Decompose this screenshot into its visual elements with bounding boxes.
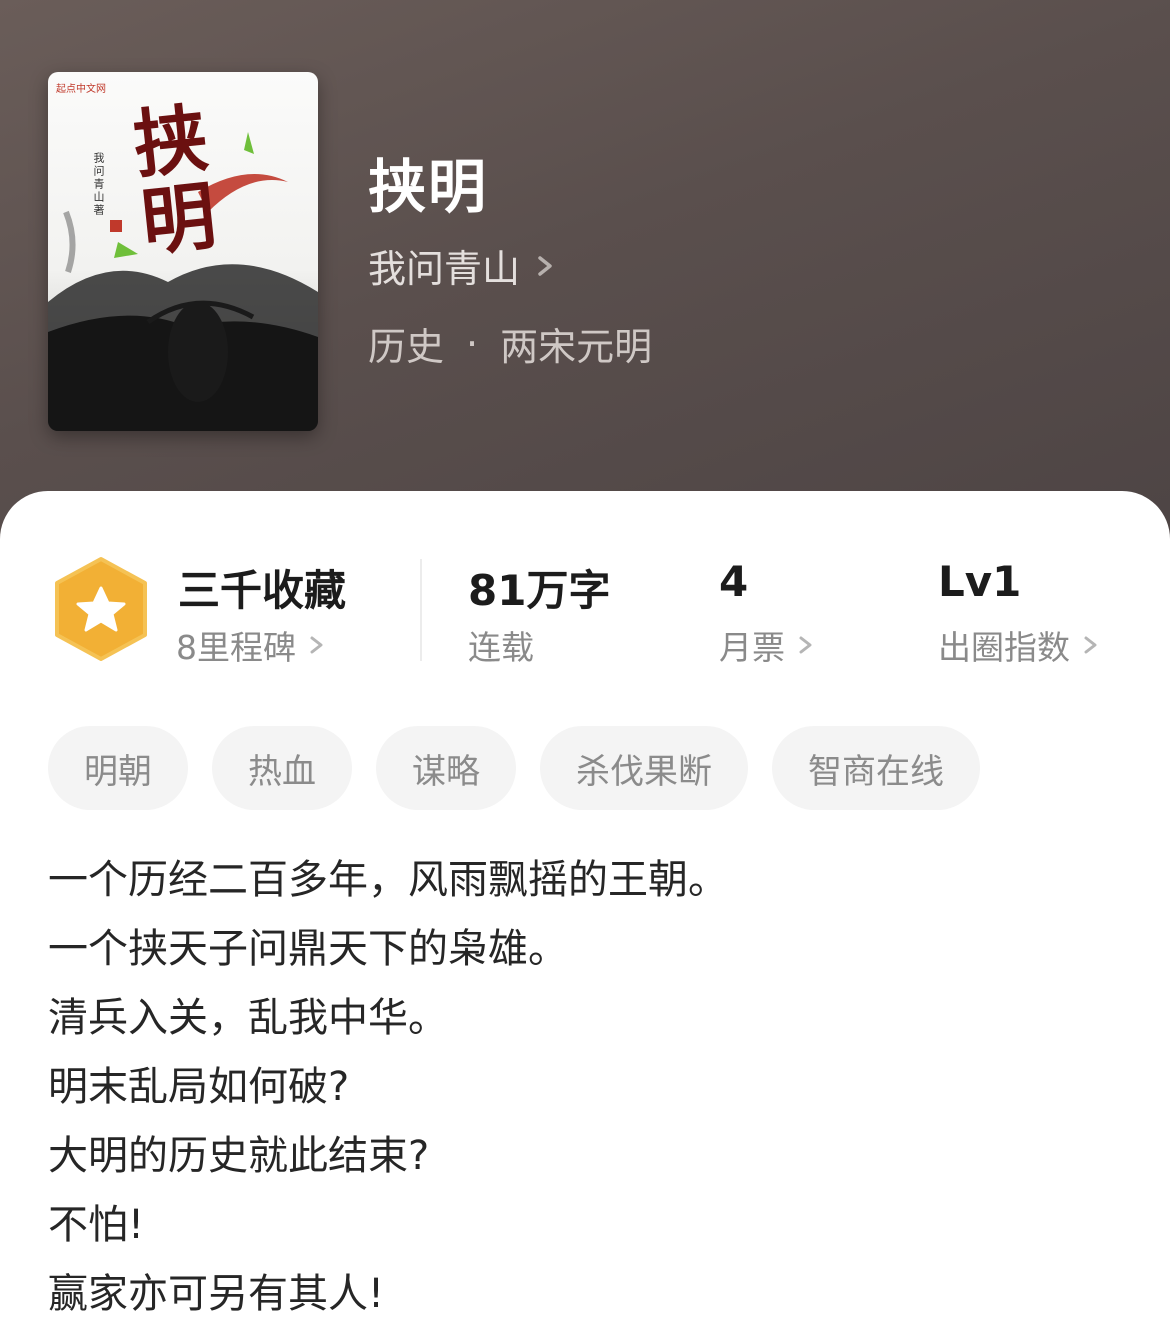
genre-category[interactable]: 历史 <box>368 316 444 371</box>
synopsis-line: 大明的历史就此结束? <box>48 1133 430 1179</box>
chevron-right-icon <box>310 636 323 654</box>
tag-chip[interactable]: 杀伐果断 <box>540 726 748 810</box>
synopsis-line: 明末乱局如何破? <box>48 1064 350 1110</box>
chevron-right-icon <box>1084 636 1097 654</box>
collection-title: 三千收藏 <box>178 566 347 615</box>
monthly-ticket-link[interactable]: 月票 <box>719 621 815 669</box>
detail-card: 三千收藏 8里程碑 81万字 连载 4 月票 Lv1 出圈指数 明朝 热血 谋略… <box>0 491 1170 1340</box>
chevron-right-icon <box>538 255 552 276</box>
serial-status: 连载 <box>468 621 534 669</box>
stats-divider <box>420 559 422 661</box>
tag-chip[interactable]: 明朝 <box>48 726 188 810</box>
genre-line: 历史 · 两宋元明 <box>368 316 652 371</box>
tag-chip[interactable]: 智商在线 <box>772 726 980 810</box>
tag-chip[interactable]: 谋略 <box>376 726 516 810</box>
author-name: 我问青山 <box>368 247 521 291</box>
book-title: 挟明 <box>368 153 489 221</box>
synopsis-line: 不怕! <box>48 1202 145 1248</box>
milestone-label: 8里程碑 <box>176 628 296 667</box>
cover-author: 我问青山著 <box>92 152 105 217</box>
popularity-link[interactable]: 出圈指数 <box>938 621 1100 669</box>
stats-row: 三千收藏 8里程碑 81万字 连载 4 月票 Lv1 出圈指数 <box>0 491 1170 691</box>
monthly-ticket-label: 月票 <box>719 628 785 667</box>
seal-stamp <box>110 220 122 232</box>
tag-list: 明朝 热血 谋略 杀伐果断 智商在线 <box>48 726 1004 810</box>
genre-separator: · <box>466 321 479 366</box>
chevron-right-icon <box>799 636 812 654</box>
publisher-mark: 起点中文网 <box>56 84 106 95</box>
milestone-link[interactable]: 8里程碑 <box>176 621 326 669</box>
monthly-ticket-count: 4 <box>719 557 749 606</box>
author-link[interactable]: 我问青山 <box>368 238 558 293</box>
book-cover[interactable]: 起点中文网 挟明 我问青山著 <box>48 72 318 431</box>
word-count: 81万字 <box>468 566 611 615</box>
popularity-label: 出圈指数 <box>938 628 1070 667</box>
synopsis-line: 一个历经二百多年，风雨飘摇的王朝。 <box>48 857 728 903</box>
synopsis[interactable]: 一个历经二百多年，风雨飘摇的王朝。 一个挟天子问鼎天下的枭雄。 清兵入关，乱我中… <box>48 846 1128 1329</box>
synopsis-line: 清兵入关，乱我中华。 <box>48 995 448 1041</box>
popularity-level: Lv1 <box>938 557 1022 606</box>
synopsis-line: 一个挟天子问鼎天下的枭雄。 <box>48 926 568 972</box>
cover-title-art: 挟明 <box>117 98 219 263</box>
star-hexagon-badge-icon[interactable] <box>52 556 150 662</box>
synopsis-line: 赢家亦可另有其人! <box>48 1271 385 1317</box>
genre-subcategory[interactable]: 两宋元明 <box>500 316 652 371</box>
tag-chip[interactable]: 热血 <box>212 726 352 810</box>
serial-status-label: 连载 <box>468 628 534 667</box>
